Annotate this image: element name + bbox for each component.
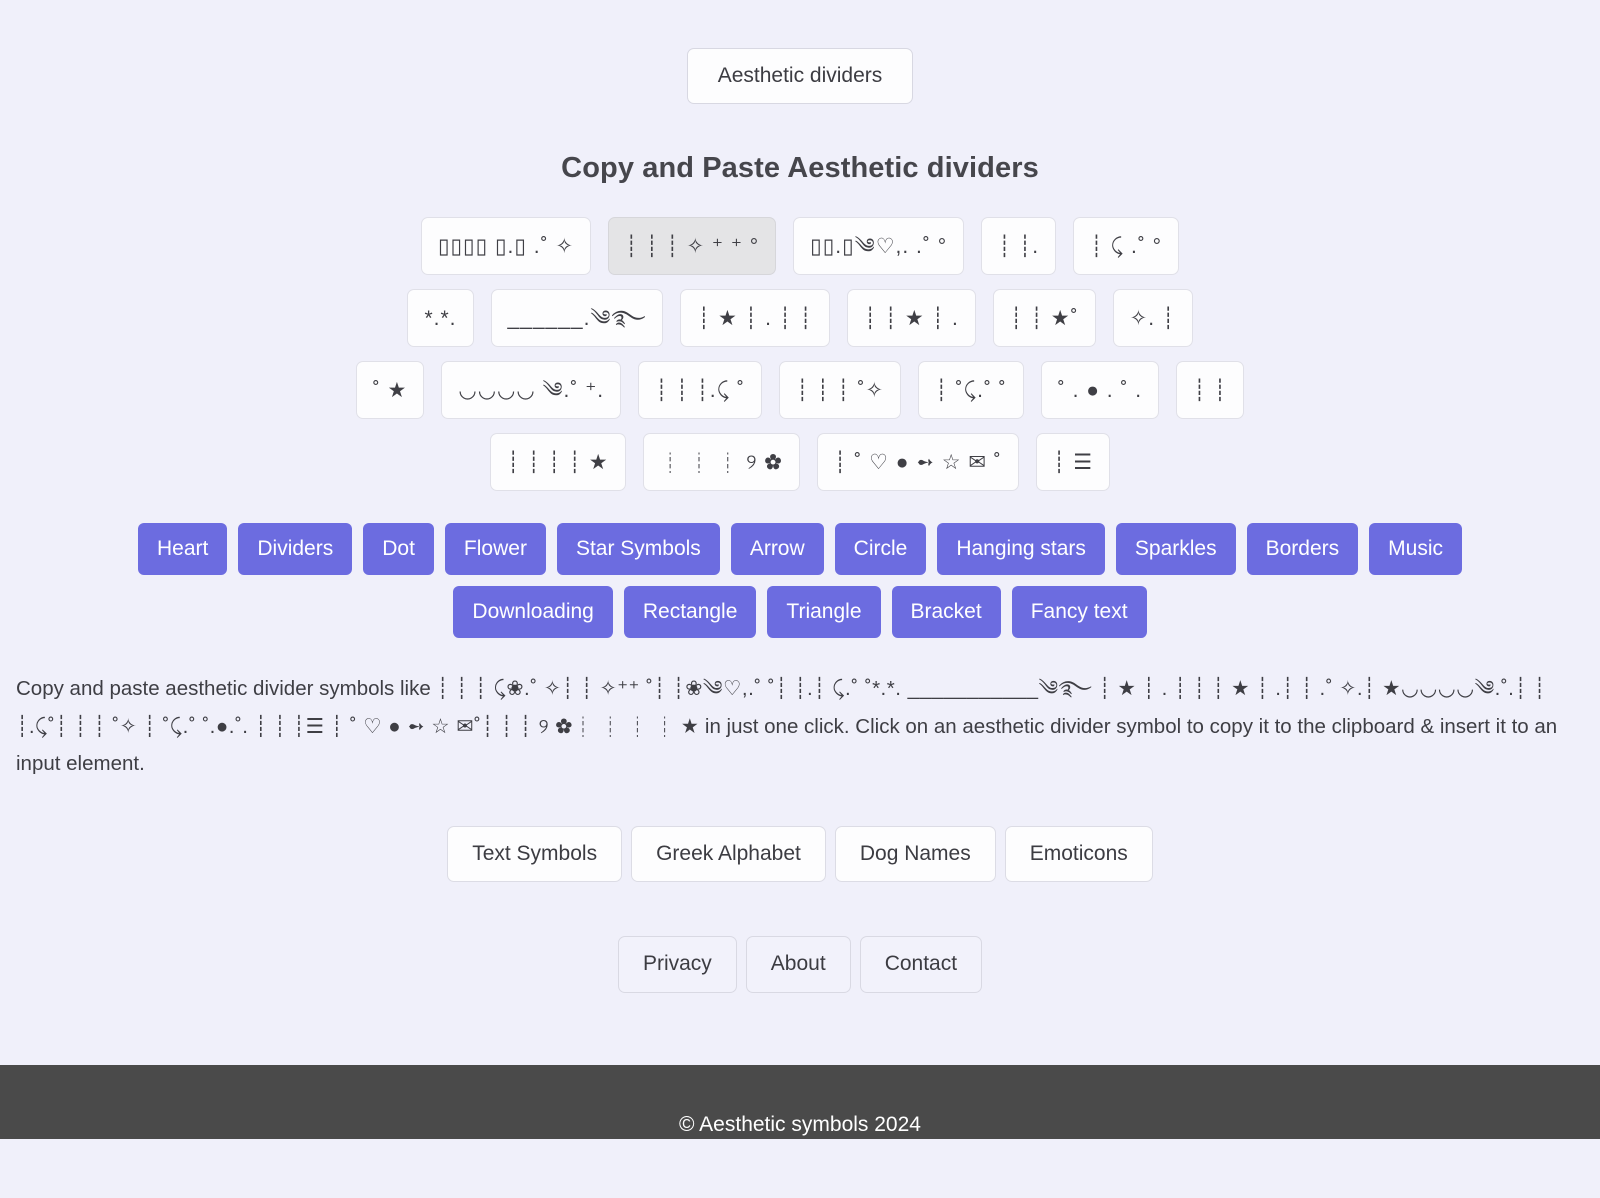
category-triangle[interactable]: Triangle xyxy=(767,586,881,639)
category-bracket[interactable]: Bracket xyxy=(891,586,1001,639)
category-hanging-stars[interactable]: Hanging stars xyxy=(937,523,1105,576)
category-dividers[interactable]: Dividers xyxy=(238,523,353,576)
divider-tile-21[interactable]: ┊ ˚ ♡ ● ➻ ☆ ✉ ˚ xyxy=(816,433,1019,492)
category-flower[interactable]: Flower xyxy=(444,523,546,576)
top-chip-row: Aesthetic dividers xyxy=(0,0,1600,105)
divider-tile-6[interactable]: *.*. xyxy=(407,289,474,348)
divider-tile-10[interactable]: ┊ ┊ ★˚ xyxy=(992,289,1096,348)
aesthetic-dividers-chip[interactable]: Aesthetic dividers xyxy=(686,48,914,105)
category-fancy-text[interactable]: Fancy text xyxy=(1011,586,1147,639)
link-text-symbols[interactable]: Text Symbols xyxy=(447,826,623,883)
category-arrow[interactable]: Arrow xyxy=(730,523,824,576)
divider-tile-22[interactable]: ┊ ☰ xyxy=(1035,433,1111,492)
divider-tile-14[interactable]: ┊ ┊ ┊.⤹ ˚ xyxy=(638,361,763,420)
divider-tile-15[interactable]: ┊ ┊ ┊ ˚✧ xyxy=(779,361,902,420)
symbol-tile-row: ┊ ┊ ┊ ┊ ★ ┊ ┊ ┊ ୨ ✿ ┊ ˚ ♡ ● ➻ ☆ ✉ ˚ ┊ ☰ xyxy=(46,433,1554,492)
related-links-row: Text Symbols Greek Alphabet Dog Names Emoti… xyxy=(0,826,1600,883)
footer-nav-row: Privacy About Contact xyxy=(0,936,1600,993)
link-greek-alphabet[interactable]: Greek Alphabet xyxy=(631,826,826,883)
divider-tile-19[interactable]: ┊ ┊ ┊ ┊ ★ xyxy=(489,433,626,492)
divider-tile-5[interactable]: ┊ ⤹ .˚ ° xyxy=(1073,217,1180,276)
divider-tile-1[interactable]: ▯▯▯▯ ▯.▯ .˚ ✧ xyxy=(420,217,592,276)
description-lead: Copy and paste aesthetic divider symbols… xyxy=(16,677,437,701)
symbol-tile-row: *.*. ______.༄࿐ ┊ ★ ┊ . ┊ ┊ ┊ ┊ ★ ┊ . ┊ ┊ ★˚ ✧… xyxy=(46,289,1554,348)
footer-privacy[interactable]: Privacy xyxy=(617,936,737,993)
divider-tile-16[interactable]: ┊ ˚⤹.˚ ˚ xyxy=(918,361,1024,420)
symbol-tile-grid: ▯▯▯▯ ▯.▯ .˚ ✧ ┊ ┊ ┊ ✧ ⁺ ⁺ ° ▯▯.▯༄♡,. .˚ ° ┊… xyxy=(0,217,1600,492)
page-title: Copy and Paste Aesthetic dividers xyxy=(561,152,1039,185)
divider-tile-7[interactable]: ______.༄࿐ xyxy=(490,289,664,348)
divider-tile-20[interactable]: ┊ ┊ ┊ ୨ ✿ xyxy=(642,433,800,492)
footer-about[interactable]: About xyxy=(745,936,851,993)
link-dog-names[interactable]: Dog Names xyxy=(834,826,996,883)
footer-contact[interactable]: Contact xyxy=(859,936,983,993)
divider-tile-9[interactable]: ┊ ┊ ★ ┊ . xyxy=(846,289,976,348)
category-borders[interactable]: Borders xyxy=(1246,523,1359,576)
divider-tile-4[interactable]: ┊ ┊. xyxy=(981,217,1057,276)
symbol-tile-row: ˚ ★ ◡◡◡◡ ༄.˚ ⁺. ┊ ┊ ┊.⤹ ˚ ┊ ┊ ┊ ˚✧ ┊ ˚⤹.˚ ˚ ˚… xyxy=(46,361,1554,420)
category-row: Downloading Rectangle Triangle Bracket Fancy… xyxy=(70,586,1530,639)
category-music[interactable]: Music xyxy=(1369,523,1462,576)
divider-tile-3[interactable]: ▯▯.▯༄♡,. .˚ ° xyxy=(793,217,965,276)
divider-tile-12[interactable]: ˚ ★ xyxy=(355,361,425,420)
symbol-tile-row: ▯▯▯▯ ▯.▯ .˚ ✧ ┊ ┊ ┊ ✧ ⁺ ⁺ ° ▯▯.▯༄♡,. .˚ ° ┊… xyxy=(46,217,1554,276)
category-button-group: Heart Dividers Dot Flower Star Symbols Arrow C… xyxy=(0,523,1600,639)
footer-copyright: © Aesthetic symbols 2024 xyxy=(679,1112,921,1136)
category-circle[interactable]: Circle xyxy=(834,523,927,576)
category-sparkles[interactable]: Sparkles xyxy=(1115,523,1236,576)
category-heart[interactable]: Heart xyxy=(138,523,228,576)
category-star-symbols[interactable]: Star Symbols xyxy=(556,523,720,576)
divider-tile-18[interactable]: ┊ ┊ xyxy=(1176,361,1245,420)
divider-tile-17[interactable]: ˚ . ● . ˚ . xyxy=(1040,361,1160,420)
page-root: Aesthetic dividers Copy and Paste Aesthe… xyxy=(0,0,1600,1139)
divider-tile-13[interactable]: ◡◡◡◡ ༄.˚ ⁺. xyxy=(441,361,622,420)
category-row: Heart Dividers Dot Flower Star Symbols Arrow C… xyxy=(70,523,1530,576)
footer-bar: © Aesthetic symbols 2024 xyxy=(0,1064,1600,1139)
divider-tile-8[interactable]: ┊ ★ ┊ . ┊ ┊ xyxy=(680,289,830,348)
category-downloading[interactable]: Downloading xyxy=(453,586,613,639)
category-dot[interactable]: Dot xyxy=(363,523,434,576)
divider-tile-2[interactable]: ┊ ┊ ┊ ✧ ⁺ ⁺ ° xyxy=(608,217,777,276)
category-rectangle[interactable]: Rectangle xyxy=(623,586,757,639)
link-emoticons[interactable]: Emoticons xyxy=(1004,826,1153,883)
divider-tile-11[interactable]: ✧. ┊ xyxy=(1112,289,1193,348)
description-paragraph: Copy and paste aesthetic divider symbols… xyxy=(0,670,1600,782)
